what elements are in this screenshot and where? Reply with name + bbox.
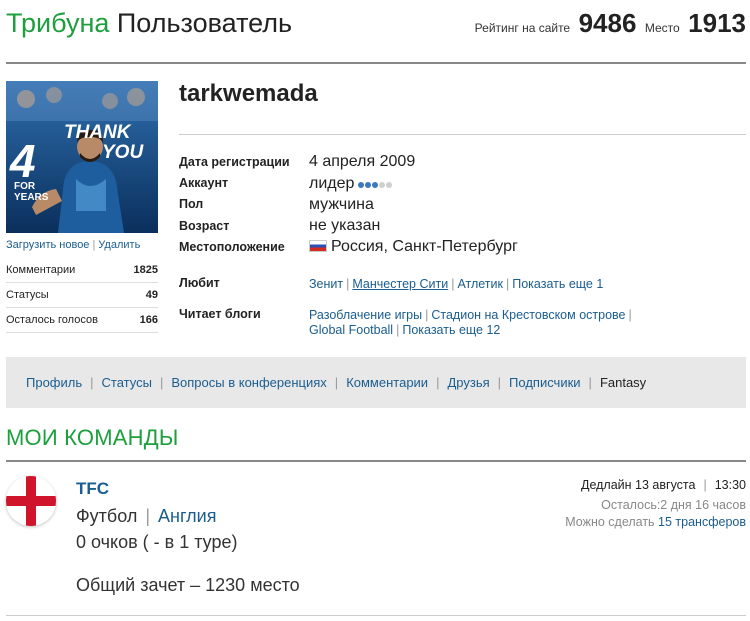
team-points: 0 очков ( - в 1 туре) [76, 532, 238, 552]
russia-flag-icon [309, 240, 327, 252]
account-label: Аккаунт [179, 176, 229, 190]
stat-label: Статусы [6, 289, 49, 301]
banner-thank: THANK [64, 122, 132, 143]
deadline: Дедлайн 13 августа | 13:30 [581, 478, 746, 492]
account-level-dot [365, 182, 372, 188]
blogs-show-more-link[interactable]: Показать еще 12 [402, 323, 500, 337]
page-title: Трибуна Пользователь [6, 6, 292, 40]
account-level-dot [358, 182, 365, 188]
delete-avatar-link[interactable]: Удалить [98, 239, 140, 251]
tab-fantasy[interactable]: Fantasy [600, 375, 646, 390]
stat-label: Осталось голосов [6, 314, 98, 326]
tab-statuses[interactable]: Статусы [102, 375, 152, 390]
page-header: Трибуна Пользователь Рейтинг на сайте 94… [6, 6, 746, 40]
account-level-dot [372, 182, 379, 188]
team-sport: Футбол [76, 506, 138, 526]
deadline-time: 13:30 [714, 478, 746, 492]
stat-row-votes: Осталось голосов 166 [6, 308, 158, 333]
stat-label: Комментарии [6, 264, 76, 276]
location-text: Россия, Санкт-Петербург [331, 238, 518, 255]
account-level-dot [379, 182, 386, 188]
section-title: Пользователь [116, 8, 293, 38]
my-teams-heading: МОИ КОМАНДЫ [6, 425, 179, 450]
likes-list: Зенит | Манчестер Сити | Атлетик | Показать ещ… [309, 277, 604, 291]
rating-label: Рейтинг на сайте [474, 21, 571, 35]
avatar-actions: Загрузить новое | Удалить [6, 239, 141, 251]
blog-link[interactable]: Разоблачение игры [309, 308, 422, 322]
team-sport-line: Футбол | Англия [76, 506, 217, 526]
age-label: Возраст [179, 219, 230, 233]
deadline-date: Дедлайн 13 августа [581, 478, 696, 492]
england-flag-icon [6, 476, 56, 526]
team-country-link[interactable]: Англия [158, 506, 216, 526]
account-value: лидер [309, 175, 393, 193]
stat-value: 1825 [133, 264, 158, 276]
location-label: Местоположение [179, 240, 285, 254]
likes-label: Любит [179, 276, 220, 290]
account-type: лидер [309, 175, 355, 193]
account-level-indicator [358, 175, 393, 193]
transfers-available: Можно сделать 15 трансферов [565, 515, 746, 529]
avatar[interactable]: THANK YOU 4 FOR YEARS [6, 81, 158, 233]
profile-divider [179, 134, 746, 135]
liked-team-link[interactable]: Зенит [309, 277, 343, 291]
avatar-image: THANK YOU 4 FOR YEARS [6, 81, 158, 233]
stat-row-comments: Комментарии 1825 [6, 258, 158, 283]
banner-years: YEARS [14, 192, 49, 203]
teams-divider [6, 460, 746, 462]
tab-friends[interactable]: Друзья [447, 375, 489, 390]
stat-value: 49 [145, 289, 158, 301]
place-value: 1913 [688, 8, 746, 38]
gender-label: Пол [179, 197, 204, 211]
tab-subscribers[interactable]: Подписчики [509, 375, 581, 390]
blogs-list-line2: Global Football | Показать еще 12 [309, 323, 501, 337]
blogs-label: Читает блоги [179, 307, 261, 321]
team-overall-rank: Общий зачет – 1230 место [76, 575, 300, 595]
tab-conference-questions[interactable]: Вопросы в конференциях [171, 375, 326, 390]
banner-for: FOR [14, 181, 36, 192]
user-stats: Комментарии 1825 Статусы 49 Осталось гол… [6, 258, 158, 333]
liked-team-link[interactable]: Манчестер Сити [352, 277, 448, 291]
likes-show-more-link[interactable]: Показать еще 1 [512, 277, 603, 291]
tab-profile[interactable]: Профиль [26, 375, 82, 390]
team-name-link[interactable]: TFC [76, 479, 109, 499]
blog-link[interactable]: Global Football [309, 323, 393, 337]
profile-tabs: Профиль | Статусы | Вопросы в конференциях… [6, 357, 746, 408]
brand-logo-text[interactable]: Трибуна [6, 8, 109, 38]
site-rating: Рейтинг на сайте 9486 Место 1913 [475, 6, 746, 45]
stat-value: 166 [139, 314, 158, 326]
transfers-label: Можно сделать [565, 515, 655, 529]
stat-row-statuses: Статусы 49 [6, 283, 158, 308]
blogs-list-line1: Разоблачение игры | Стадион на Крестовском… [309, 308, 632, 322]
registration-label: Дата регистрации [179, 155, 290, 169]
registration-value: 4 апреля 2009 [309, 153, 416, 170]
location-value: Россия, Санкт-Петербург [309, 238, 518, 256]
account-level-dot [386, 182, 393, 188]
header-divider [6, 62, 746, 64]
rating-value: 9486 [578, 8, 637, 38]
team-divider [6, 615, 746, 616]
username: tarkwemada [179, 80, 318, 107]
time-remaining: Осталось:2 дня 16 часов [601, 498, 746, 512]
tab-comments[interactable]: Комментарии [346, 375, 428, 390]
banner-number: 4 [9, 135, 36, 187]
blog-link[interactable]: Стадион на Крестовском острове [431, 308, 625, 322]
transfers-link[interactable]: 15 трансферов [658, 515, 746, 529]
liked-team-link[interactable]: Атлетик [457, 277, 503, 291]
banner-you: YOU [102, 142, 144, 163]
place-label: Место [644, 21, 680, 35]
age-value: не указан [309, 217, 381, 234]
gender-value: мужчина [309, 196, 374, 213]
upload-avatar-link[interactable]: Загрузить новое [6, 239, 89, 251]
